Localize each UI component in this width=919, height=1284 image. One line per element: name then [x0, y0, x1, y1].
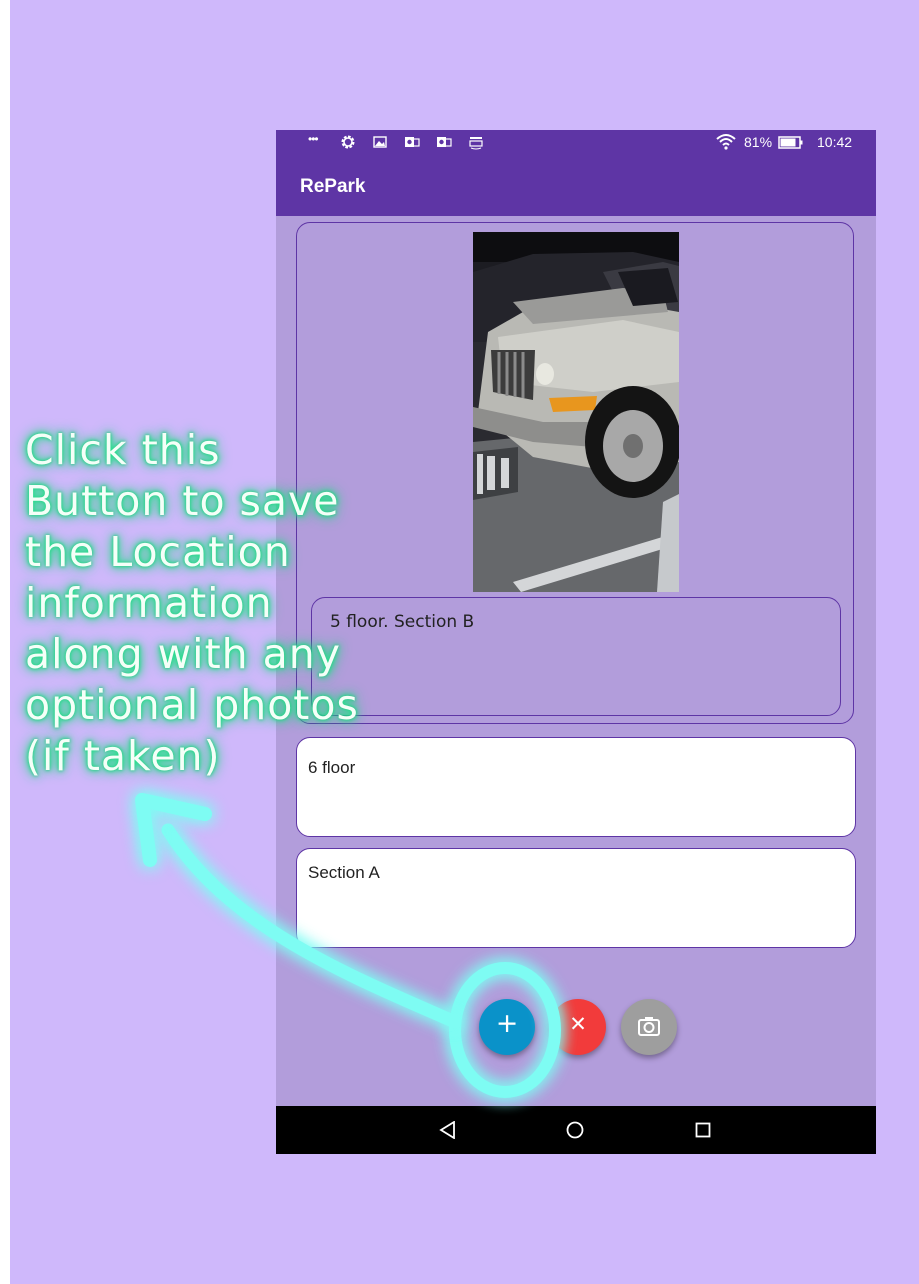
- annotation-line: the Location: [25, 528, 291, 576]
- annotation-text: Click this Button to save the Location i…: [25, 425, 385, 782]
- location-note[interactable]: 5 floor. Section B: [311, 597, 841, 716]
- outlook-icon: [405, 137, 420, 147]
- add-icon: +: [495, 1008, 519, 1039]
- recents-icon[interactable]: [695, 1122, 711, 1138]
- annotation-line: Click this: [25, 426, 221, 474]
- gallery-icon: [373, 136, 387, 148]
- camera-icon: [638, 1017, 660, 1036]
- status-bar: ••• 81% 10:42: [276, 130, 876, 154]
- save-location-button[interactable]: +: [479, 999, 535, 1055]
- annotation-line: optional photos: [25, 681, 359, 729]
- annotation-line: information: [25, 579, 273, 627]
- section-field[interactable]: Section A: [296, 848, 856, 948]
- wifi-icon: [716, 134, 736, 150]
- overflow-dots-icon: •••: [308, 132, 319, 146]
- navigation-bar: [276, 1106, 876, 1154]
- app-bar: RePark: [276, 154, 876, 216]
- car-photo-image: [473, 232, 679, 592]
- app-title: RePark: [300, 176, 366, 197]
- cancel-button[interactable]: ✕: [550, 999, 606, 1055]
- annotation-line: along with any: [25, 630, 342, 678]
- camera-button[interactable]: [621, 999, 677, 1055]
- battery-icon: [778, 136, 803, 149]
- close-icon: ✕: [569, 1012, 587, 1036]
- back-icon[interactable]: [439, 1121, 457, 1139]
- settings-icon: [341, 135, 355, 149]
- car-photo[interactable]: [473, 232, 679, 592]
- outlook-icon-2: [437, 137, 452, 147]
- annotation-line: Button to save: [25, 477, 340, 525]
- home-icon[interactable]: [566, 1121, 584, 1139]
- clock: 10:42: [817, 134, 853, 150]
- annotation-line: (if taken): [25, 732, 221, 780]
- amazon-icon: [469, 137, 483, 150]
- battery-percent: 81%: [744, 134, 773, 150]
